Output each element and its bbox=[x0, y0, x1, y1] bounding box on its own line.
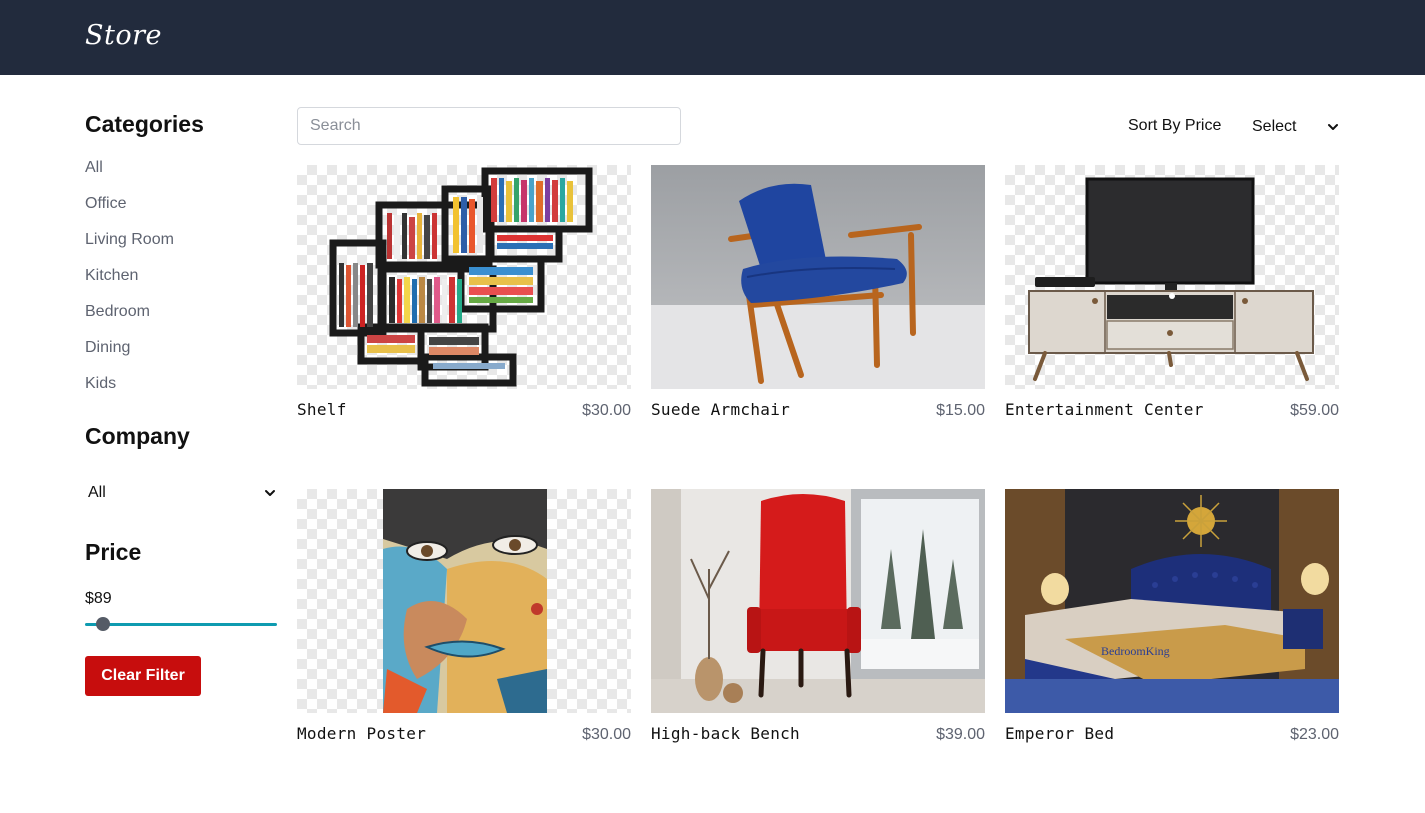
category-item-kitchen[interactable]: Kitchen bbox=[85, 267, 174, 303]
product-image-modern-poster[interactable] bbox=[297, 489, 631, 713]
category-item-bedroom[interactable]: Bedroom bbox=[85, 303, 174, 339]
categories-heading: Categories bbox=[85, 111, 204, 137]
product-price: $15.00 bbox=[936, 402, 985, 419]
store-logo[interactable]: Store bbox=[85, 20, 162, 51]
category-item-dining[interactable]: Dining bbox=[85, 339, 174, 375]
sort-label: Sort By Price bbox=[1128, 117, 1222, 134]
product-name[interactable]: Shelf bbox=[297, 400, 347, 419]
clear-filter-button[interactable]: Clear Filter bbox=[85, 656, 201, 696]
category-list: All Office Living Room Kitchen Bedroom D… bbox=[85, 159, 174, 411]
product-price: $23.00 bbox=[1290, 726, 1339, 743]
category-item-office[interactable]: Office bbox=[85, 195, 174, 231]
company-heading: Company bbox=[85, 423, 190, 449]
product-card[interactable]: Modern Poster $30.00 bbox=[297, 489, 631, 813]
price-value: $89 bbox=[85, 590, 112, 607]
product-name[interactable]: Emperor Bed bbox=[1005, 724, 1114, 743]
price-slider-track[interactable] bbox=[85, 623, 277, 626]
product-name[interactable]: Entertainment Center bbox=[1005, 400, 1204, 419]
product-price: $39.00 bbox=[936, 726, 985, 743]
product-price: $30.00 bbox=[582, 726, 631, 743]
product-price: $59.00 bbox=[1290, 402, 1339, 419]
company-select-value: All bbox=[88, 484, 106, 501]
product-name[interactable]: Modern Poster bbox=[297, 724, 426, 743]
sort-select-value: Select bbox=[1252, 118, 1297, 135]
product-card[interactable]: BedroomKing Emperor Bed $23.00 bbox=[1005, 489, 1339, 813]
product-card[interactable]: Entertainment Center $59.00 bbox=[1005, 165, 1339, 489]
product-image-emperor-bed[interactable]: BedroomKing bbox=[1005, 489, 1339, 713]
product-image-suede-armchair[interactable] bbox=[651, 165, 985, 389]
top-navbar: Store bbox=[0, 0, 1425, 75]
price-slider-thumb[interactable] bbox=[95, 617, 110, 631]
category-item-all[interactable]: All bbox=[85, 159, 174, 195]
search-input[interactable] bbox=[297, 107, 681, 145]
chevron-down-icon bbox=[1328, 124, 1338, 130]
product-image-shelf[interactable] bbox=[297, 165, 631, 389]
company-select[interactable]: All bbox=[85, 481, 277, 505]
product-card[interactable]: High-back Bench $39.00 bbox=[651, 489, 985, 813]
category-item-living-room[interactable]: Living Room bbox=[85, 231, 174, 267]
product-price: $30.00 bbox=[582, 402, 631, 419]
product-name[interactable]: Suede Armchair bbox=[651, 400, 790, 419]
category-item-kids[interactable]: Kids bbox=[85, 375, 174, 411]
chevron-down-icon bbox=[265, 490, 275, 496]
price-slider[interactable] bbox=[85, 617, 277, 631]
product-image-entertainment-center[interactable] bbox=[1005, 165, 1339, 389]
sort-select[interactable]: Select bbox=[1252, 116, 1340, 138]
product-image-high-back-bench[interactable] bbox=[651, 489, 985, 713]
price-heading: Price bbox=[85, 539, 142, 565]
product-card[interactable]: Shelf $30.00 bbox=[297, 165, 631, 489]
svg-text:BedroomKing: BedroomKing bbox=[1101, 644, 1170, 658]
product-grid: Shelf $30.00 Suede Armchair $15.00 Enter… bbox=[297, 165, 1340, 813]
product-name[interactable]: High-back Bench bbox=[651, 724, 800, 743]
product-card[interactable]: Suede Armchair $15.00 bbox=[651, 165, 985, 489]
